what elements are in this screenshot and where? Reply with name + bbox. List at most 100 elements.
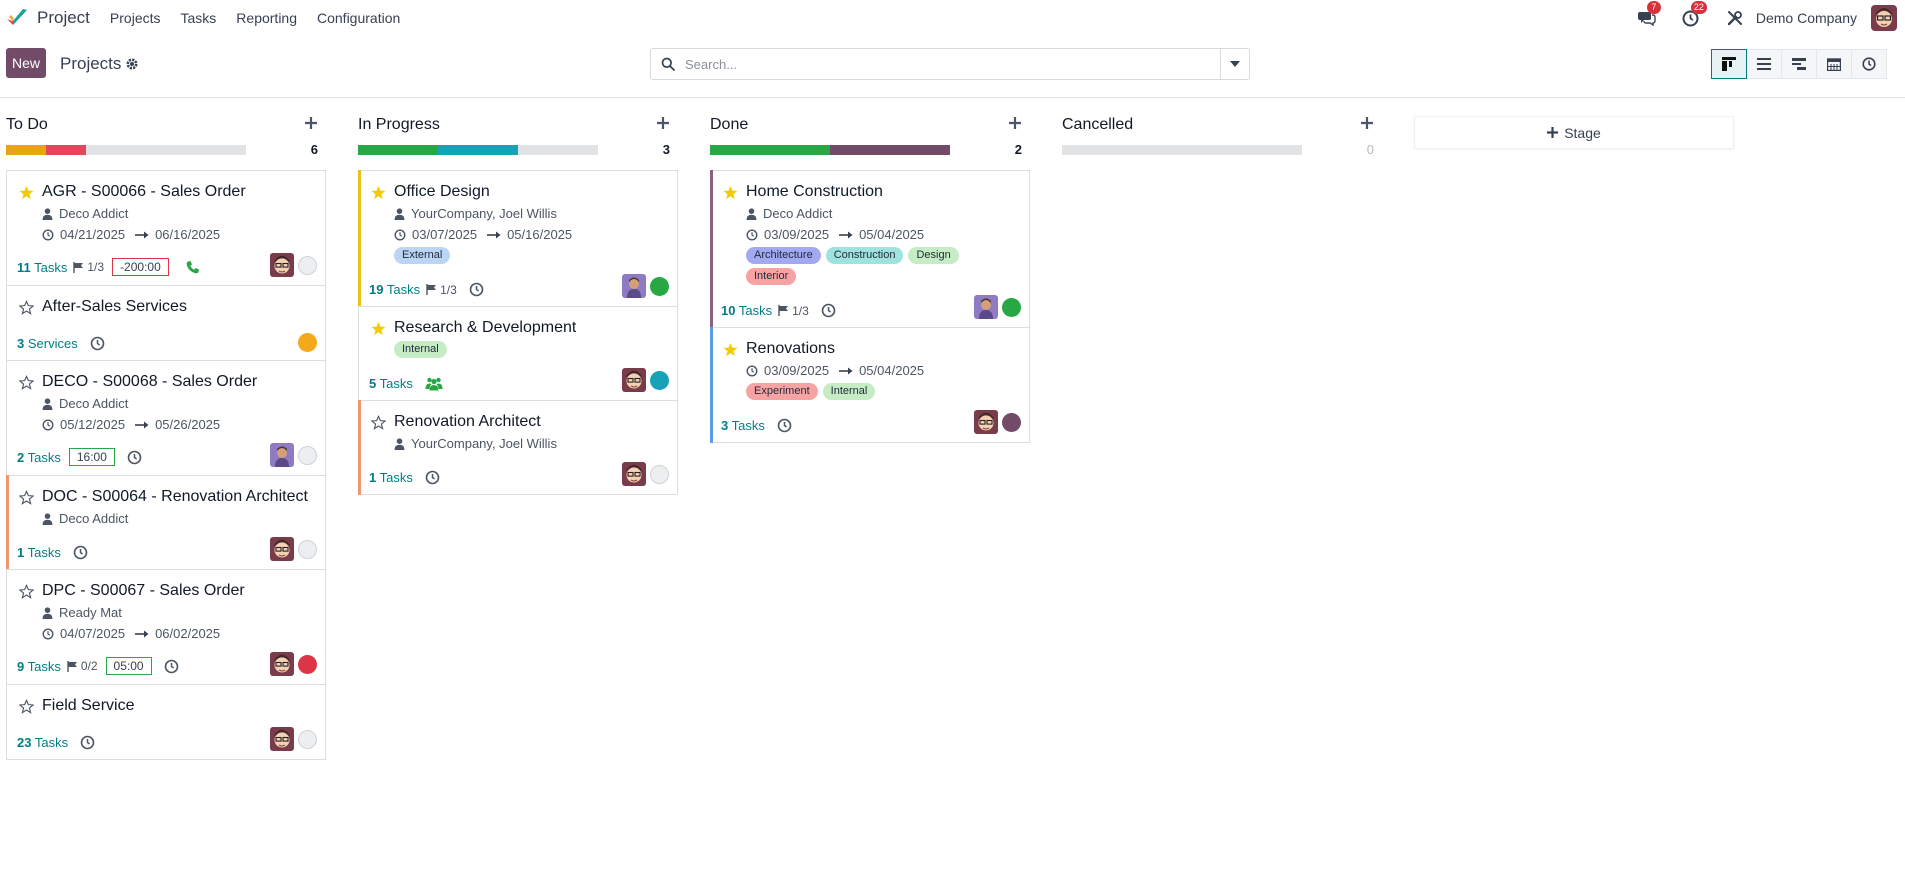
card-title[interactable]: DPC - S00067 - Sales Order xyxy=(42,582,245,600)
tasks-link[interactable]: 2 Tasks xyxy=(17,450,61,465)
clock-icon[interactable] xyxy=(164,659,179,674)
menu-reporting[interactable]: Reporting xyxy=(226,10,307,26)
star-icon[interactable] xyxy=(19,699,34,714)
clock-icon[interactable] xyxy=(777,418,792,433)
users-icon[interactable] xyxy=(425,376,443,391)
project-card[interactable]: After-Sales Services 3 Services xyxy=(6,285,326,361)
progress-segment[interactable] xyxy=(6,145,47,155)
phone-icon[interactable] xyxy=(185,260,200,275)
company-switcher[interactable]: Demo Company xyxy=(1756,10,1857,26)
column-progress-bar[interactable] xyxy=(710,145,950,155)
search-input[interactable] xyxy=(685,56,1205,72)
tasks-link[interactable]: 1 Tasks xyxy=(17,545,61,560)
status-indicator[interactable] xyxy=(298,729,317,749)
milestone-progress[interactable]: 1/3 xyxy=(778,304,809,318)
view-gantt-button[interactable] xyxy=(1781,49,1817,79)
plus-icon[interactable] xyxy=(1008,116,1022,130)
user-avatar[interactable] xyxy=(622,462,646,486)
column-progress-bar[interactable] xyxy=(1062,145,1302,155)
column-title[interactable]: Cancelled xyxy=(1062,116,1133,134)
tasks-link[interactable]: 3 Services xyxy=(17,336,78,351)
star-icon[interactable] xyxy=(19,490,34,505)
tag-badge[interactable]: Design xyxy=(908,247,959,264)
progress-segment[interactable] xyxy=(437,145,518,155)
status-indicator[interactable] xyxy=(1002,297,1021,317)
project-card[interactable]: DECO - S00068 - Sales Order Deco Addict 05… xyxy=(6,360,326,476)
card-title[interactable]: DECO - S00068 - Sales Order xyxy=(42,373,257,391)
tag-badge[interactable]: Architecture xyxy=(746,247,821,264)
star-icon[interactable] xyxy=(19,375,34,390)
card-title[interactable]: Research & Development xyxy=(394,319,576,337)
status-indicator[interactable] xyxy=(298,539,317,559)
tasks-link[interactable]: 10 Tasks xyxy=(721,303,772,318)
progress-segment[interactable] xyxy=(710,145,830,155)
user-avatar[interactable] xyxy=(270,443,294,467)
star-filled-icon[interactable] xyxy=(19,185,34,200)
activities-button[interactable]: 22 xyxy=(1680,1,1707,29)
star-filled-icon[interactable] xyxy=(371,185,386,200)
card-title[interactable]: DOC - S00064 - Renovation Architect xyxy=(42,488,308,506)
plus-icon[interactable] xyxy=(656,116,670,130)
clock-icon[interactable] xyxy=(821,303,836,318)
project-card[interactable]: Home Construction Deco Addict 03/09/2025 05… xyxy=(710,170,1030,328)
tag-badge[interactable]: Interior xyxy=(746,268,797,285)
status-indicator[interactable] xyxy=(298,445,317,465)
clock-icon[interactable] xyxy=(73,545,88,560)
search-options-toggle[interactable] xyxy=(1220,49,1249,79)
status-indicator[interactable] xyxy=(650,370,669,390)
card-title[interactable]: Office Design xyxy=(394,183,490,201)
project-card[interactable]: Field Service 23 Tasks xyxy=(6,684,326,760)
card-title[interactable]: Renovations xyxy=(746,340,835,358)
plus-icon[interactable] xyxy=(1360,116,1374,130)
clock-icon[interactable] xyxy=(80,735,95,750)
project-card[interactable]: Research & Development Internal 5 Tasks xyxy=(358,306,678,401)
card-title[interactable]: AGR - S00066 - Sales Order xyxy=(42,183,246,201)
tasks-link[interactable]: 23 Tasks xyxy=(17,735,68,750)
column-title[interactable]: To Do xyxy=(6,116,48,134)
user-avatar[interactable] xyxy=(270,537,294,561)
clock-icon[interactable] xyxy=(425,470,440,485)
user-avatar[interactable] xyxy=(974,295,998,319)
user-avatar[interactable] xyxy=(622,274,646,298)
tag-badge[interactable]: Internal xyxy=(822,383,876,400)
tag-badge[interactable]: Construction xyxy=(825,247,904,264)
project-card[interactable]: Office Design YourCompany, Joel Willis 03/… xyxy=(358,170,678,307)
user-avatar[interactable] xyxy=(270,253,294,277)
status-indicator[interactable] xyxy=(298,654,317,674)
project-card[interactable]: Renovation Architect YourCompany, Joel Wi… xyxy=(358,400,678,495)
tools-button[interactable] xyxy=(1724,7,1746,29)
menu-projects[interactable]: Projects xyxy=(100,10,171,26)
card-title[interactable]: Home Construction xyxy=(746,183,883,201)
status-indicator[interactable] xyxy=(298,255,317,275)
column-progress-bar[interactable] xyxy=(358,145,598,155)
app-brand[interactable]: Project xyxy=(5,6,90,30)
gear-icon[interactable] xyxy=(124,56,140,72)
tasks-link[interactable]: 11 Tasks xyxy=(17,260,67,275)
add-stage-button[interactable]: Stage xyxy=(1414,116,1734,149)
tasks-link[interactable]: 9 Tasks xyxy=(17,659,61,674)
card-title[interactable]: After-Sales Services xyxy=(42,298,187,316)
clock-icon[interactable] xyxy=(469,282,484,297)
progress-segment[interactable] xyxy=(830,145,950,155)
view-kanban-button[interactable] xyxy=(1711,49,1747,79)
progress-segment[interactable] xyxy=(358,145,438,155)
tag-badge[interactable]: Experiment xyxy=(746,383,818,400)
messages-button[interactable]: 7 xyxy=(1636,1,1661,29)
view-calendar-button[interactable] xyxy=(1816,49,1852,79)
column-title[interactable]: In Progress xyxy=(358,116,440,134)
project-card[interactable]: Renovations 03/09/2025 05/04/2025 Experimen… xyxy=(710,327,1030,443)
clock-icon[interactable] xyxy=(90,336,105,351)
tag-badge[interactable]: External xyxy=(394,247,451,264)
star-icon[interactable] xyxy=(19,584,34,599)
star-filled-icon[interactable] xyxy=(723,342,738,357)
star-filled-icon[interactable] xyxy=(371,321,386,336)
star-icon[interactable] xyxy=(19,300,34,315)
column-progress-bar[interactable] xyxy=(6,145,246,155)
column-title[interactable]: Done xyxy=(710,116,748,134)
status-indicator[interactable] xyxy=(650,464,669,484)
user-avatar[interactable] xyxy=(974,410,998,434)
status-indicator[interactable] xyxy=(298,333,317,352)
menu-configuration[interactable]: Configuration xyxy=(307,10,410,26)
view-activity-button[interactable] xyxy=(1851,49,1887,79)
tag-badge[interactable]: Internal xyxy=(394,341,447,358)
